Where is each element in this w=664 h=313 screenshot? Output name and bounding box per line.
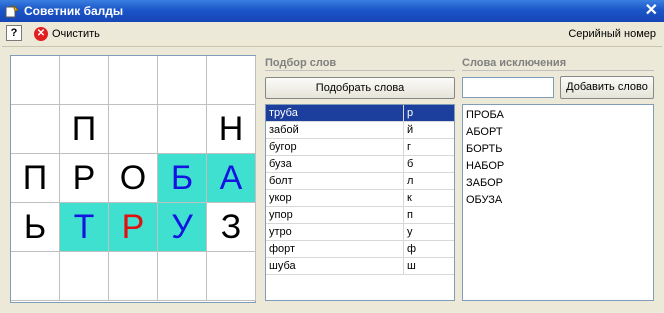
grid-cell[interactable]: Н xyxy=(207,105,256,154)
grid-cell[interactable] xyxy=(60,56,109,105)
grid-cell[interactable] xyxy=(11,105,60,154)
word-cell: утро xyxy=(269,226,292,238)
column-divider xyxy=(403,224,404,240)
list-item[interactable]: БОРТЬ xyxy=(466,141,650,158)
column-divider xyxy=(403,241,404,257)
letter-cell: г xyxy=(407,141,412,153)
close-icon[interactable]: ✕ xyxy=(645,1,658,21)
letter-cell: п xyxy=(407,209,413,221)
word-cell: буза xyxy=(269,158,292,170)
exclusions-label: Слова исключения xyxy=(462,57,567,69)
grid-cell[interactable]: П xyxy=(60,105,109,154)
grid-cell[interactable]: Б xyxy=(158,154,207,203)
grid-cell[interactable] xyxy=(109,105,158,154)
help-button[interactable]: ? xyxy=(6,25,22,41)
grid-cell[interactable]: З xyxy=(207,203,256,252)
pick-words-button[interactable]: Подобрать слова xyxy=(265,77,455,99)
letter-cell: у xyxy=(407,226,413,238)
table-row[interactable]: забой й xyxy=(266,122,454,139)
exclusion-word-input[interactable] xyxy=(462,77,554,98)
list-item[interactable]: АБОРТ xyxy=(466,124,650,141)
list-item[interactable]: ОБУЗА xyxy=(466,192,650,209)
window-title: Советник балды xyxy=(24,4,124,18)
list-item[interactable]: ПРОБА xyxy=(466,107,650,124)
grid-cell[interactable]: Т xyxy=(60,203,109,252)
grid-cell[interactable]: О xyxy=(109,154,158,203)
table-row[interactable]: упор п xyxy=(266,207,454,224)
grid-cell[interactable] xyxy=(158,105,207,154)
column-divider xyxy=(403,173,404,189)
word-suggestions-table: труба р забой й бугор г буза б болт л укор к упор п ут… xyxy=(265,104,455,301)
word-cell: укор xyxy=(269,192,292,204)
grid-cell[interactable] xyxy=(158,56,207,105)
toolbar-divider xyxy=(2,46,662,47)
grid-cell[interactable] xyxy=(11,56,60,105)
grid-cell[interactable] xyxy=(11,252,60,301)
column-divider xyxy=(403,122,404,138)
grid-cell[interactable] xyxy=(109,56,158,105)
grid-cell[interactable] xyxy=(207,252,256,301)
list-item[interactable]: НАБОР xyxy=(466,158,650,175)
word-cell: форт xyxy=(269,243,296,255)
grid-cell[interactable]: А xyxy=(207,154,256,203)
grid-cell[interactable]: Р xyxy=(109,203,158,252)
add-word-button[interactable]: Добавить слово xyxy=(560,76,654,99)
table-row[interactable]: укор к xyxy=(266,190,454,207)
grid-cell[interactable]: П xyxy=(11,154,60,203)
table-row[interactable]: шуба ш xyxy=(266,258,454,275)
word-pick-divider xyxy=(265,70,455,71)
letter-cell: р xyxy=(407,107,414,119)
exclusion-list: ПРОБА АБОРТ БОРТЬ НАБОР ЗАБОР ОБУЗА xyxy=(462,104,654,301)
table-row[interactable]: буза б xyxy=(266,156,454,173)
grid-cell[interactable] xyxy=(109,252,158,301)
letter-cell: ф xyxy=(407,243,417,255)
clear-label: Очистить xyxy=(52,28,100,40)
clear-icon: ✕ xyxy=(34,27,48,41)
grid-cell[interactable]: Р xyxy=(60,154,109,203)
column-divider xyxy=(403,258,404,274)
letter-grid: П Н ПРОБА ЬТРУЗ xyxy=(10,55,256,303)
letter-cell: б xyxy=(407,158,414,170)
clear-button[interactable]: ✕ Очистить xyxy=(34,25,100,43)
column-divider xyxy=(403,207,404,223)
letter-cell: к xyxy=(407,192,412,204)
serial-number-button[interactable]: Серийный номер xyxy=(568,28,656,40)
word-cell: шуба xyxy=(269,260,296,272)
toolbar: ? ✕ Очистить Серийный номер xyxy=(0,22,664,46)
table-row[interactable]: бугор г xyxy=(266,139,454,156)
grid-cell[interactable]: У xyxy=(158,203,207,252)
column-divider xyxy=(403,105,404,121)
column-divider xyxy=(403,156,404,172)
letter-cell: й xyxy=(407,124,414,136)
grid-cell[interactable] xyxy=(207,56,256,105)
column-divider xyxy=(403,190,404,206)
word-pick-label: Подбор слов xyxy=(265,57,337,69)
letter-cell: л xyxy=(407,175,414,187)
column-divider xyxy=(403,139,404,155)
word-cell: бугор xyxy=(269,141,297,153)
grid-cell[interactable] xyxy=(158,252,207,301)
grid-cell[interactable]: Ь xyxy=(11,203,60,252)
word-cell: упор xyxy=(269,209,293,221)
list-item[interactable]: ЗАБОР xyxy=(466,175,650,192)
grid-cell[interactable] xyxy=(60,252,109,301)
table-row[interactable]: утро у xyxy=(266,224,454,241)
table-row[interactable]: болт л xyxy=(266,173,454,190)
word-cell: забой xyxy=(269,124,299,136)
letter-cell: ш xyxy=(407,260,416,272)
word-cell: труба xyxy=(269,107,298,119)
exclusions-divider xyxy=(462,70,654,71)
app-icon xyxy=(5,4,19,18)
word-cell: болт xyxy=(269,175,293,187)
table-row[interactable]: форт ф xyxy=(266,241,454,258)
title-bar: Советник балды ✕ xyxy=(0,0,664,22)
table-row[interactable]: труба р xyxy=(266,105,454,122)
